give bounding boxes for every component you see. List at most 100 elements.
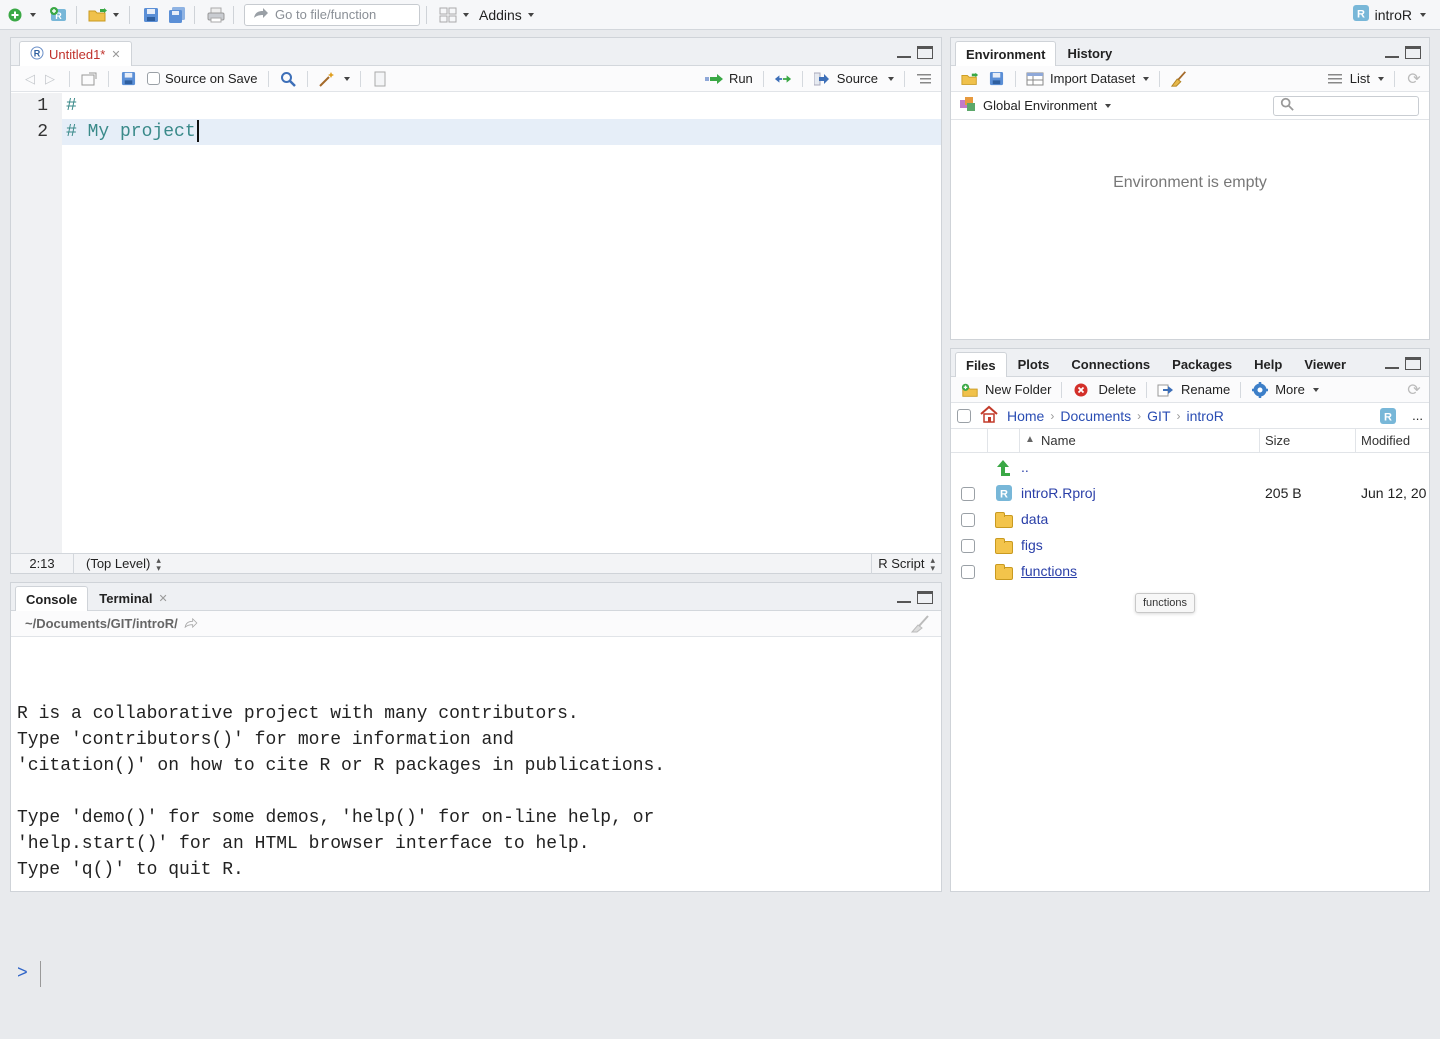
new-project-icon[interactable]: R bbox=[48, 4, 70, 26]
search-icon[interactable] bbox=[279, 70, 297, 88]
new-folder-button[interactable]: New Folder bbox=[957, 381, 1055, 399]
tab-help[interactable]: Help bbox=[1243, 352, 1293, 376]
row-checkbox[interactable] bbox=[961, 487, 975, 501]
console-output[interactable]: R is a collaborative project with many c… bbox=[11, 637, 941, 1039]
go-to-project-dir-icon[interactable]: R bbox=[1379, 407, 1397, 428]
print-icon[interactable] bbox=[205, 4, 227, 26]
pane-layout-icon[interactable] bbox=[437, 4, 459, 26]
scope-selector[interactable]: (Top Level) ▴ ▾ bbox=[86, 555, 161, 572]
file-name-link[interactable]: data bbox=[1021, 511, 1048, 527]
environment-search-input[interactable] bbox=[1298, 98, 1408, 113]
save-all-icon[interactable] bbox=[166, 4, 188, 26]
open-file-dropdown-icon[interactable] bbox=[113, 12, 119, 17]
tab-plots[interactable]: Plots bbox=[1007, 352, 1061, 376]
size-column-header[interactable]: Size bbox=[1265, 433, 1290, 448]
tab-connections[interactable]: Connections bbox=[1060, 352, 1161, 376]
table-row[interactable]: figs bbox=[951, 533, 1429, 559]
pane-layout-dropdown-icon[interactable] bbox=[463, 12, 469, 17]
code-tools-wand-icon[interactable] bbox=[318, 70, 336, 88]
maximize-pane-icon[interactable] bbox=[917, 591, 933, 604]
compile-report-icon[interactable] bbox=[371, 70, 389, 88]
close-tab-icon[interactable]: ✕ bbox=[111, 48, 120, 61]
name-column-header[interactable]: Name bbox=[1041, 433, 1076, 448]
breadcrumb-documents[interactable]: Documents bbox=[1060, 408, 1131, 424]
back-icon[interactable]: ◁ bbox=[21, 70, 39, 88]
code-editor[interactable]: 1 2 # # My project bbox=[11, 93, 941, 553]
rerun-icon[interactable] bbox=[774, 70, 792, 88]
run-button[interactable]: Run bbox=[701, 70, 757, 88]
tab-console[interactable]: Console bbox=[15, 586, 89, 611]
clear-console-broom-icon[interactable] bbox=[909, 615, 931, 636]
go-to-directory-icon[interactable] bbox=[184, 616, 198, 631]
tab-environment[interactable]: Environment bbox=[955, 41, 1057, 66]
open-file-icon[interactable] bbox=[87, 4, 109, 26]
save-workspace-icon[interactable] bbox=[987, 70, 1005, 88]
minimize-pane-icon[interactable] bbox=[897, 48, 911, 58]
environment-scope-selector[interactable]: Global Environment bbox=[959, 96, 1115, 115]
code-line-current[interactable]: # My project bbox=[62, 119, 941, 145]
source-button[interactable]: Source bbox=[809, 70, 898, 88]
tab-history[interactable]: History bbox=[1056, 41, 1123, 65]
row-checkbox[interactable] bbox=[961, 565, 975, 579]
console-input-line[interactable]: > bbox=[17, 961, 941, 987]
tab-viewer[interactable]: Viewer bbox=[1293, 352, 1357, 376]
go-to-file-input[interactable] bbox=[275, 7, 405, 22]
refresh-icon[interactable]: ⟳ bbox=[1405, 70, 1423, 88]
parent-directory-row[interactable]: .. bbox=[951, 455, 1429, 481]
save-file-icon[interactable] bbox=[119, 70, 137, 88]
table-row[interactable]: R introR.Rproj 205 B Jun 12, 20 bbox=[951, 481, 1429, 507]
load-workspace-icon[interactable] bbox=[961, 70, 979, 88]
minimize-pane-icon[interactable] bbox=[1385, 359, 1399, 369]
table-row[interactable]: data bbox=[951, 507, 1429, 533]
source-on-save-toggle[interactable]: Source on Save bbox=[147, 71, 262, 86]
modified-column-header[interactable]: Modified bbox=[1361, 433, 1410, 448]
minimize-pane-icon[interactable] bbox=[1385, 48, 1399, 58]
rename-button[interactable]: Rename bbox=[1153, 381, 1234, 399]
maximize-pane-icon[interactable] bbox=[1405, 46, 1421, 59]
breadcrumb-git[interactable]: GIT bbox=[1147, 408, 1170, 424]
more-button[interactable]: More bbox=[1247, 381, 1323, 399]
filetype-selector[interactable]: R Script ▴ ▾ bbox=[871, 553, 941, 574]
close-terminal-icon[interactable]: ✕ bbox=[159, 592, 168, 605]
save-icon[interactable] bbox=[140, 4, 162, 26]
import-dataset-button[interactable]: Import Dataset bbox=[1022, 70, 1153, 88]
list-view-button[interactable]: List bbox=[1322, 70, 1388, 88]
minimize-pane-icon[interactable] bbox=[897, 593, 911, 603]
row-checkbox[interactable] bbox=[961, 539, 975, 553]
select-all-checkbox[interactable] bbox=[957, 408, 971, 423]
document-outline-icon[interactable] bbox=[915, 70, 933, 88]
file-name-link[interactable]: introR.Rproj bbox=[1021, 485, 1096, 501]
code-line[interactable]: # bbox=[62, 93, 941, 119]
project-menu[interactable]: R introR bbox=[1352, 4, 1430, 25]
maximize-pane-icon[interactable] bbox=[917, 46, 933, 59]
breadcrumb-intror[interactable]: introR bbox=[1187, 408, 1224, 424]
source-dropdown-icon[interactable] bbox=[888, 76, 894, 81]
tab-packages[interactable]: Packages bbox=[1161, 352, 1243, 376]
tab-terminal[interactable]: Terminal ✕ bbox=[88, 586, 178, 610]
tab-files[interactable]: Files bbox=[955, 352, 1007, 377]
code-tools-dropdown-icon[interactable] bbox=[343, 76, 350, 81]
forward-icon[interactable]: ▷ bbox=[41, 70, 59, 88]
tab-untitled1[interactable]: R Untitled1* ✕ bbox=[19, 41, 132, 66]
file-name-link[interactable]: figs bbox=[1021, 537, 1043, 553]
table-row[interactable]: functions bbox=[951, 559, 1429, 585]
file-name-link[interactable]: functions bbox=[1021, 563, 1077, 579]
breadcrumb-home[interactable]: Home bbox=[1007, 408, 1044, 424]
clear-workspace-broom-icon[interactable] bbox=[1170, 70, 1188, 88]
addins-menu[interactable]: Addins bbox=[479, 7, 522, 23]
row-checkbox[interactable] bbox=[961, 513, 975, 527]
new-file-dropdown-icon[interactable] bbox=[30, 12, 36, 17]
environment-search-field[interactable] bbox=[1273, 95, 1419, 116]
show-in-window-icon[interactable] bbox=[80, 70, 98, 88]
maximize-pane-icon[interactable] bbox=[1405, 357, 1421, 370]
home-icon[interactable] bbox=[979, 405, 999, 426]
delete-button[interactable]: Delete bbox=[1068, 381, 1140, 399]
history-tab-label: History bbox=[1067, 46, 1113, 61]
more-path-options[interactable]: ... bbox=[1412, 408, 1423, 423]
addins-dropdown-icon[interactable] bbox=[527, 12, 534, 17]
source-on-save-checkbox[interactable] bbox=[147, 72, 160, 85]
refresh-files-icon[interactable]: ⟳ bbox=[1405, 381, 1423, 399]
parent-directory-link[interactable]: .. bbox=[1021, 459, 1029, 475]
go-to-file-field[interactable] bbox=[244, 3, 420, 26]
new-file-icon[interactable] bbox=[4, 4, 26, 26]
